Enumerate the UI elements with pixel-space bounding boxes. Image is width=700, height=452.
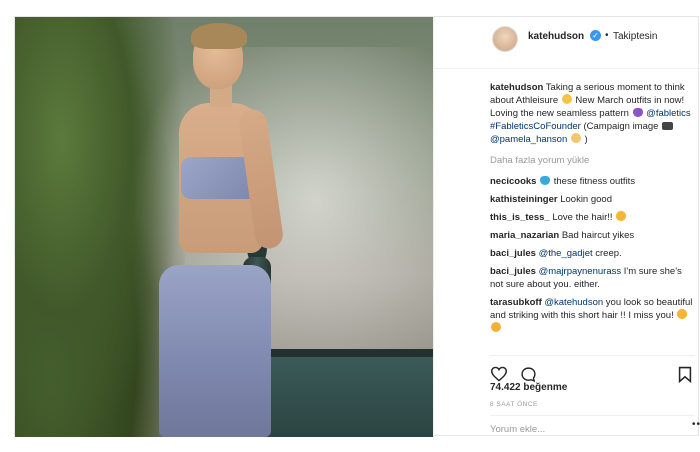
purple-heart-icon: [632, 108, 643, 117]
blush-face-icon: [491, 322, 501, 332]
heart-eyes-icon: [677, 309, 688, 319]
comment: this_is_tess_ Love the hair!!: [490, 211, 695, 224]
action-bar: [490, 355, 695, 383]
bookmark-icon[interactable]: [678, 366, 692, 383]
comment-username[interactable]: necicooks: [490, 176, 536, 187]
post-timestamp: 8 SAAT ÖNCE: [490, 401, 538, 408]
post-photo[interactable]: [15, 17, 433, 437]
caption-text-3: (Campaign image: [583, 121, 659, 132]
camera-icon: [662, 122, 674, 130]
heart-eyes-icon: [616, 211, 627, 221]
comment-mention[interactable]: @the_gadjet: [539, 248, 593, 259]
thinking-face-icon: [561, 94, 572, 104]
post-header: katehudson ✓ • Takiptesin: [434, 17, 700, 69]
speech-bubble-icon[interactable]: [520, 366, 537, 383]
comment-mention[interactable]: @katehudson: [544, 297, 603, 308]
comment-username[interactable]: tarasubkoff: [490, 297, 542, 308]
comment-text: these fitness outfits: [553, 176, 636, 187]
comment-text: creep.: [595, 248, 622, 259]
add-comment-input[interactable]: [490, 424, 695, 435]
leggings: [159, 265, 271, 437]
caption: katehudson Taking a serious moment to th…: [490, 81, 695, 146]
caption-mention-fabletics[interactable]: @fabletics: [646, 108, 691, 119]
comment: necicooks these fitness outfits: [490, 175, 695, 188]
comment-username[interactable]: maria_nazarian: [490, 230, 559, 241]
comment: kathisteininger Lookin good: [490, 193, 695, 206]
caption-author[interactable]: katehudson: [490, 82, 543, 93]
comment-text: Love the hair!!: [552, 212, 613, 223]
blue-heart-icon: [540, 176, 551, 185]
comment-text: Bad haircut yikes: [561, 230, 635, 241]
person-icon: [570, 133, 581, 143]
comments-list: katehudson Taking a serious moment to th…: [490, 81, 695, 340]
separator-dot: •: [605, 30, 609, 41]
comment-username[interactable]: baci_jules: [490, 266, 536, 277]
comment-username[interactable]: kathisteininger: [490, 194, 558, 205]
verified-badge-icon: ✓: [590, 30, 601, 41]
short-hair: [191, 23, 247, 49]
comment: baci_jules @majrpaynenurass I'm sure she…: [490, 265, 695, 291]
likes-count[interactable]: 74.422 beğenme: [490, 382, 567, 393]
caption-text-4: ): [584, 134, 588, 145]
caption-mention-photographer[interactable]: @pamela_hanson: [490, 134, 567, 145]
comment-text: Lookin good: [560, 194, 612, 205]
post-side-panel: katehudson ✓ • Takiptesin katehudson Tak…: [433, 17, 700, 437]
heart-outline-icon[interactable]: [490, 366, 508, 382]
comment-mention[interactable]: @majrpaynenurass: [539, 266, 622, 277]
post-username[interactable]: katehudson: [528, 31, 584, 42]
more-dots-icon[interactable]: •••: [692, 419, 700, 430]
caption-hashtag[interactable]: #FableticsCoFounder: [490, 121, 581, 132]
comment: baci_jules @the_gadjet creep.: [490, 247, 695, 260]
comment-username[interactable]: baci_jules: [490, 248, 536, 259]
comment-username[interactable]: this_is_tess_: [490, 212, 550, 223]
avatar[interactable]: [492, 26, 518, 52]
post-frame: katehudson ✓ • Takiptesin katehudson Tak…: [14, 16, 700, 437]
model-figure: [155, 23, 305, 437]
comment: maria_nazarian Bad haircut yikes: [490, 229, 695, 242]
load-more-comments-link[interactable]: Daha fazla yorum yükle: [490, 154, 695, 167]
comment: tarasubkoff @katehudson you look so beau…: [490, 296, 695, 335]
add-comment-bar: [490, 415, 695, 437]
follow-status-button[interactable]: Takiptesin: [613, 31, 657, 42]
